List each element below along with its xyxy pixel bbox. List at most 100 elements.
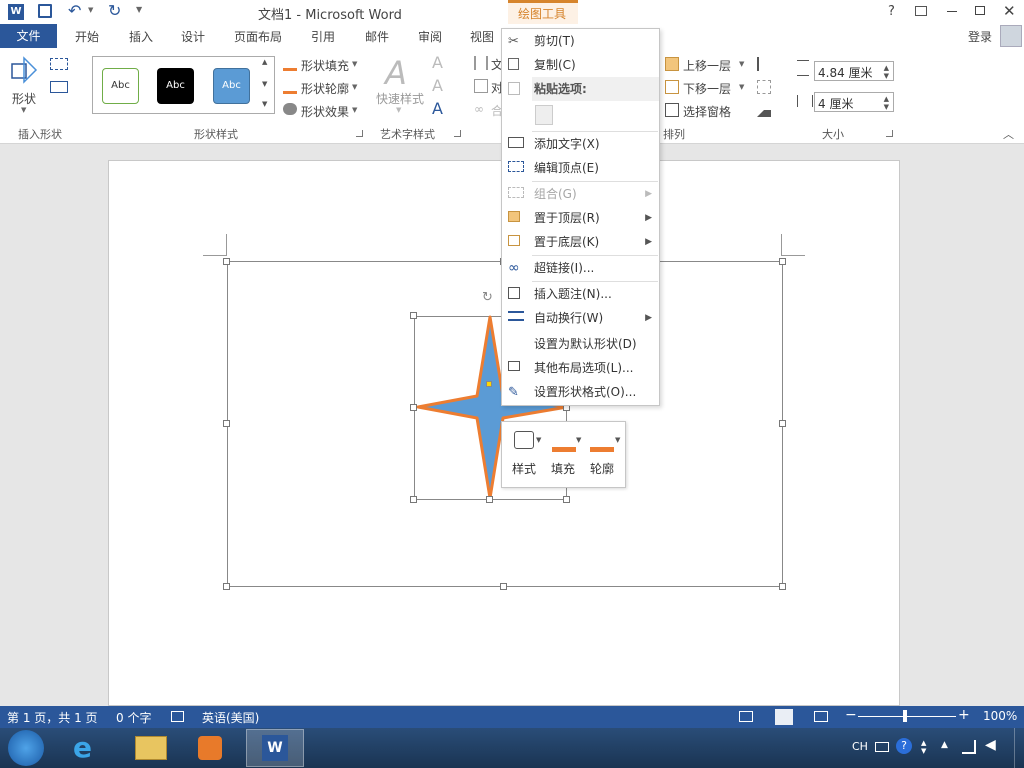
text-direction-icon[interactable] [474, 56, 488, 70]
shape-height-field[interactable]: 4.84 厘米 ▲ ▼ [814, 61, 894, 81]
ie-icon[interactable]: e [73, 732, 92, 764]
selection-pane-icon[interactable] [665, 103, 679, 117]
zoom-out-icon[interactable]: − [845, 707, 857, 723]
canvas-handle[interactable] [223, 583, 230, 590]
minimize-button[interactable] [947, 11, 957, 12]
tab-references[interactable]: 引用 [311, 28, 335, 46]
send-backward-dropdown-icon[interactable]: ▼ [739, 83, 744, 91]
menu-set-default-shape[interactable]: 设置为默认形状(D) [502, 332, 660, 356]
menu-hyperlink[interactable]: ∞ 超链接(I)... [502, 256, 660, 280]
menu-copy[interactable]: 复制(C) [502, 53, 660, 77]
canvas-handle[interactable] [500, 583, 507, 590]
print-layout-icon[interactable] [775, 709, 793, 725]
ribbon-display-icon[interactable] [915, 6, 927, 16]
network-icon[interactable] [962, 740, 976, 754]
style-black[interactable]: Abc [157, 68, 194, 104]
read-mode-icon[interactable] [739, 711, 753, 722]
menu-send-to-back[interactable]: 置于底层(K) ▶ [502, 230, 660, 254]
undo-dropdown-icon[interactable]: ▼ [88, 6, 93, 14]
customize-qat-icon[interactable]: ▼ [136, 5, 142, 14]
shape-outline-button[interactable]: 形状轮廓 [301, 80, 349, 97]
style-white[interactable]: Abc [102, 68, 139, 104]
align-icon[interactable] [757, 57, 771, 71]
group-objects-icon[interactable] [757, 80, 771, 94]
mini-fill-button[interactable]: 填充 [551, 460, 575, 477]
shape-styles-launcher-icon[interactable] [356, 130, 363, 137]
show-hidden-icons[interactable]: ▲ [941, 740, 948, 750]
effects-icon[interactable] [283, 103, 297, 115]
mini-fill-icon[interactable] [552, 430, 576, 452]
shape-handle[interactable] [410, 496, 417, 503]
keyboard-icon[interactable] [875, 742, 889, 752]
explorer-icon[interactable] [135, 736, 167, 760]
mini-outline-button[interactable]: 轮廓 [590, 460, 614, 477]
proofing-icon[interactable] [171, 711, 184, 722]
redo-icon[interactable]: ↻ [108, 1, 121, 20]
mini-outline-icon[interactable] [590, 430, 614, 452]
tray-arrow-icon[interactable]: ▲ ▼ [921, 739, 926, 755]
bring-forward-dropdown-icon[interactable]: ▼ [739, 60, 744, 68]
bring-forward-icon[interactable] [665, 57, 679, 71]
rotate-icon[interactable] [757, 103, 771, 117]
menu-bring-to-front[interactable]: 置于顶层(R) ▶ [502, 206, 660, 230]
media-player-icon[interactable] [198, 736, 222, 760]
mini-fill-dropdown-icon[interactable]: ▼ [576, 436, 581, 444]
shape-handle[interactable] [410, 404, 417, 411]
send-backward-icon[interactable] [665, 80, 679, 94]
canvas-handle[interactable] [779, 583, 786, 590]
menu-format-shape[interactable]: ✎ 设置形状格式(O)... [502, 380, 660, 404]
bring-forward-button[interactable]: 上移一层 [683, 57, 731, 74]
tab-view[interactable]: 视图 [470, 28, 494, 46]
word-logo-icon[interactable]: W [8, 4, 24, 20]
restore-button[interactable] [975, 6, 985, 15]
mini-style-button[interactable]: 样式 [512, 460, 536, 477]
size-launcher-icon[interactable] [886, 130, 893, 137]
tab-home[interactable]: 开始 [75, 28, 99, 46]
text-box-icon[interactable] [50, 81, 68, 93]
mini-outline-dropdown-icon[interactable]: ▼ [615, 436, 620, 444]
menu-insert-caption[interactable]: 插入题注(N)... [502, 282, 660, 306]
shape-fill-button[interactable]: 形状填充 [301, 57, 349, 74]
text-effects-icon[interactable]: A [432, 99, 443, 118]
outline-dropdown-icon[interactable]: ▼ [352, 83, 357, 91]
shape-handle[interactable] [486, 496, 493, 503]
rotate-handle-icon[interactable]: ↻ [482, 290, 493, 305]
send-backward-button[interactable]: 下移一层 [683, 80, 731, 97]
canvas-handle[interactable] [779, 258, 786, 265]
mini-style-icon[interactable] [514, 431, 534, 449]
login-link[interactable]: 登录 [968, 28, 992, 46]
align-text-icon[interactable] [474, 79, 488, 93]
tab-review[interactable]: 审阅 [418, 28, 442, 46]
menu-wrap-text[interactable]: 自动换行(W) ▶ [502, 306, 660, 330]
fill-dropdown-icon[interactable]: ▼ [352, 60, 357, 68]
help-button[interactable]: ? [888, 4, 895, 19]
edit-shape-icon[interactable] [50, 58, 68, 70]
undo-icon[interactable]: ↶ [68, 1, 81, 20]
gallery-up-icon[interactable]: ▲ [262, 58, 267, 66]
shapes-gallery-icon[interactable] [10, 56, 38, 84]
collapse-ribbon-icon[interactable]: ︿ [1003, 126, 1014, 142]
page-count[interactable]: 第 1 页，共 1 页 [7, 709, 98, 726]
menu-cut[interactable]: ✂ 剪切(T) [502, 29, 660, 53]
mini-style-dropdown-icon[interactable]: ▼ [536, 436, 541, 444]
tab-mailings[interactable]: 邮件 [365, 28, 389, 46]
selection-pane-button[interactable]: 选择窗格 [683, 103, 731, 120]
zoom-slider-thumb[interactable] [903, 710, 907, 722]
avatar[interactable] [1000, 25, 1022, 47]
gallery-down-icon[interactable]: ▼ [262, 80, 267, 88]
zoom-in-icon[interactable]: + [958, 707, 970, 723]
word-count[interactable]: 0 个字 [116, 709, 151, 726]
start-button-icon[interactable] [8, 730, 44, 766]
height-spin-icon[interactable]: ▲ ▼ [884, 64, 889, 80]
shape-handle[interactable] [563, 496, 570, 503]
menu-edit-points[interactable]: 编辑顶点(E) [502, 156, 660, 180]
shapes-dropdown-icon[interactable]: ▼ [21, 106, 26, 114]
ime-indicator[interactable]: CH [852, 740, 868, 753]
tab-file[interactable]: 文件 [0, 24, 57, 48]
gallery-more-icon[interactable]: ▼ [262, 100, 267, 108]
tab-design[interactable]: 设计 [181, 28, 205, 46]
close-button[interactable]: ✕ [1003, 2, 1016, 20]
help-tray-icon[interactable]: ? [896, 738, 912, 754]
canvas-handle[interactable] [223, 420, 230, 427]
effects-dropdown-icon[interactable]: ▼ [352, 106, 357, 114]
